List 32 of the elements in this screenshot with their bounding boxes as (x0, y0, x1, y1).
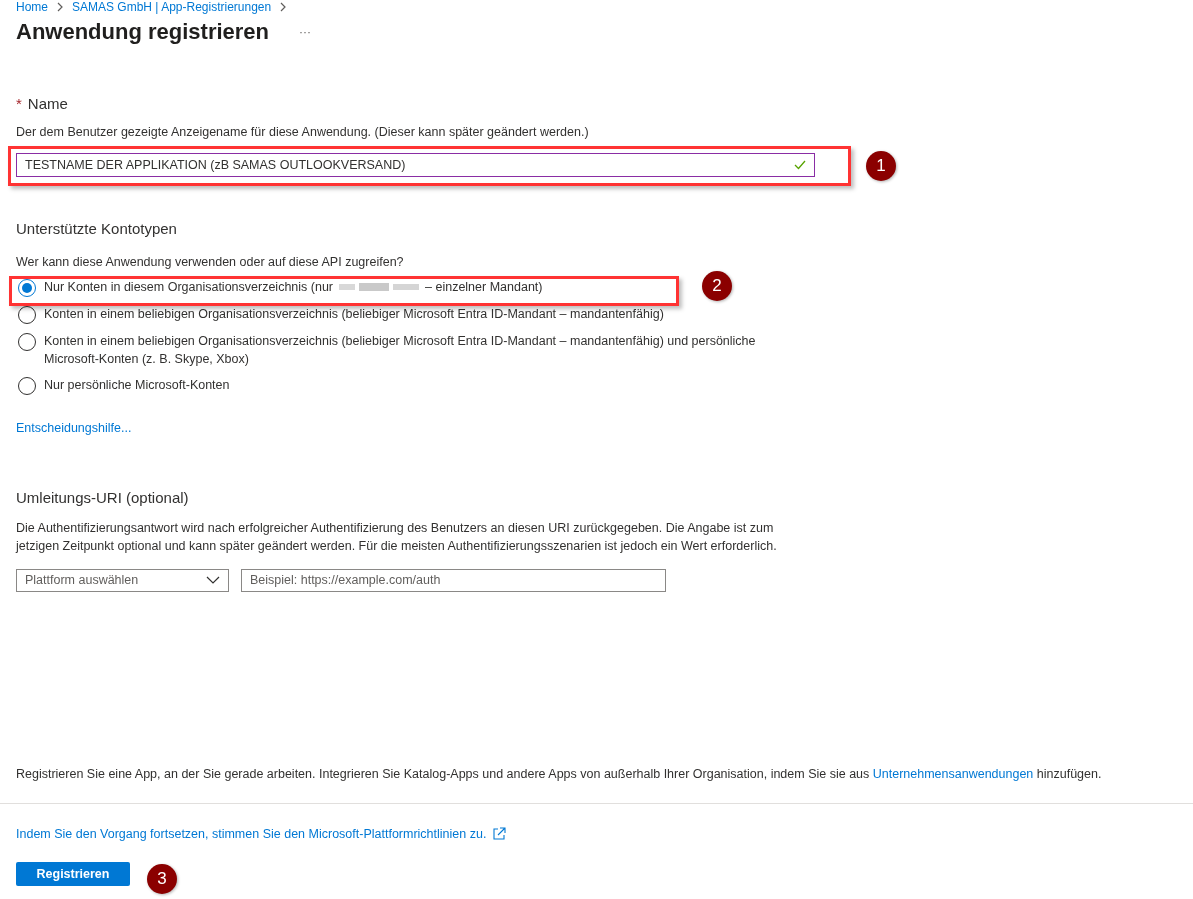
chevron-icon (279, 2, 288, 12)
option-label[interactable]: – einzelner Mandant) (425, 278, 543, 296)
breadcrumb-link[interactable]: Home (16, 0, 48, 14)
option-label[interactable]: Nur persönliche Microsoft-Konten (44, 376, 230, 394)
field-label: Name (27, 94, 68, 114)
help-link[interactable]: Entscheidungshilfe... (16, 419, 132, 438)
name-field[interactable]: TESTNAME DER APPLIKATION (zB SAMAS OUTLOOKVERSAND) (16, 153, 815, 177)
info-text: Registrieren Sie eine App, an der Sie gerade arbeiten. Integrieren Sie Katalog-Apps und andere Apps von außerhalb Ihrer Organisation, indem Sie sie aus Unternehmensanwendungen hinzufügen. (16, 766, 1102, 782)
step-number-badge: 1 (866, 151, 896, 181)
chevron-down-icon (206, 576, 220, 585)
platform-dropdown[interactable]: Plattform auswählen (16, 568, 229, 592)
chevron-icon (56, 2, 64, 12)
section-description: Die Authentifizierungsantwort wird nach erfolgreicher Authentifizierung des Benutzers an diesen URI zurückgegeben. Die Angabe ist zum jetzigen Zeitpunkt optional und kann später geändert werden. Für die meisten Authentifizierungsszenarien ist jedoch ein Wert erforderlich. (16, 519, 778, 555)
section-heading: Unterstützte Kontotypen (16, 219, 178, 239)
breadcrumb-link[interactable]: SAMAS GmbH | App-Registrierungen (72, 0, 272, 14)
required-mark: * (16, 94, 22, 114)
step-number-badge: 2 (702, 271, 732, 301)
option-label[interactable]: Konten in einem beliebigen Organisationsverzeichnis (beliebiger Microsoft Entra ID-Mandant – mandantenfähig) und persönliche Microsoft-Konten (z. B. Skype, Xbox) (44, 332, 806, 368)
external-link-icon (492, 827, 507, 842)
question-text: Wer kann diese Anwendung verwenden oder auf diese API zugreifen? (16, 254, 405, 270)
policy-link[interactable]: Indem Sie den Vorgang fortsetzen, stimmen Sie den Microsoft-Plattformrichtlinien zu. (16, 825, 487, 844)
option-label[interactable]: Nur Konten in diesem Organisationsverzeichnis (nur (44, 278, 334, 296)
option-label[interactable]: Konten in einem beliebigen Organisationsverzeichnis (beliebiger Microsoft Entra ID-Mandant – mandantenfähig) (44, 305, 664, 323)
register-button[interactable]: Registrieren (16, 862, 130, 886)
section-heading: Umleitungs-URI (optional) (16, 487, 190, 508)
enterprise-apps-link[interactable]: Unternehmensanwendungen (872, 767, 1034, 781)
more-button[interactable]: ··· (295, 23, 316, 41)
check-icon (794, 160, 806, 170)
field-description: Der dem Benutzer gezeigte Anzeigename für diese Anwendung. (Dieser kann später geändert werden.) (16, 124, 590, 141)
uri-field[interactable]: Beispiel: https://example.com/auth (241, 568, 666, 592)
step-number-badge: 3 (147, 864, 177, 894)
page-title: Anwendung registrieren (16, 18, 270, 46)
